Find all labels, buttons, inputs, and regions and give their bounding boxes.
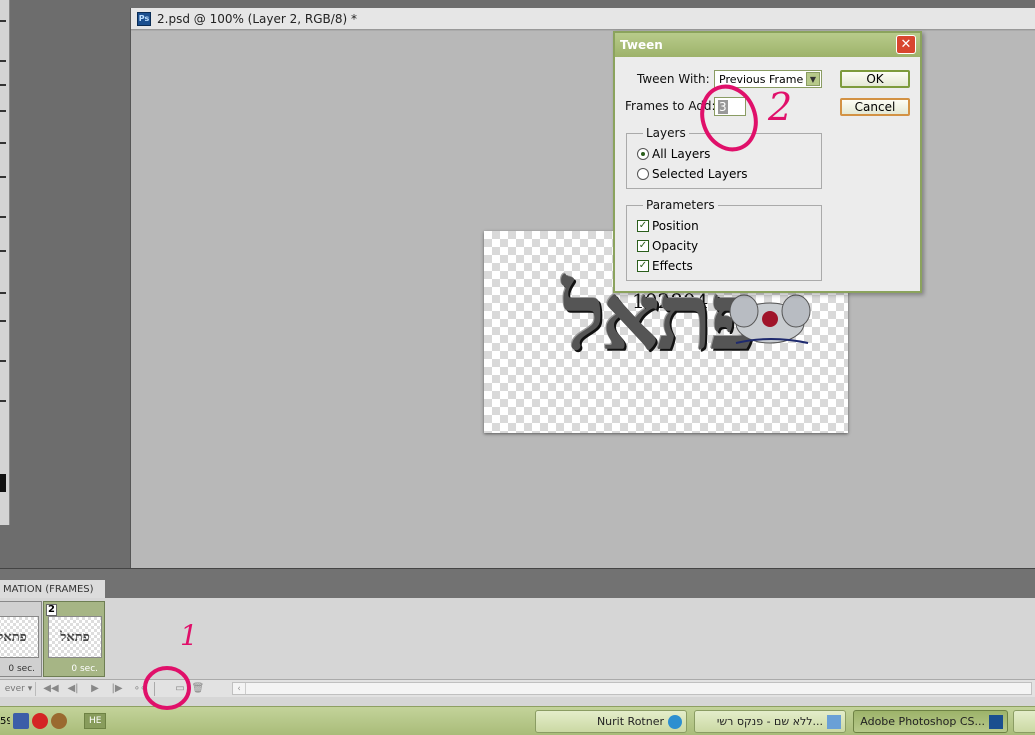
tool-tick[interactable] — [0, 320, 6, 322]
previous-frame-icon[interactable]: ◀| — [62, 682, 84, 696]
document-title: 2.psd @ 100% (Layer 2, RGB/8) * — [157, 11, 357, 26]
chevron-down-icon: ▼ — [806, 72, 820, 86]
play-icon[interactable]: ▶ — [84, 682, 106, 696]
parameters-group: Parameters ✓ Position ✓ Opacity ✓ Effect… — [626, 198, 822, 281]
checkbox-position[interactable]: ✓ — [637, 220, 649, 232]
divider — [154, 681, 155, 696]
network-icon[interactable] — [13, 713, 29, 729]
dialog-title: Tween — [620, 38, 663, 52]
cancel-button[interactable]: Cancel — [840, 98, 910, 116]
option-label: Opacity — [652, 239, 699, 253]
taskbar-button-notepad[interactable]: ללא שם - פנקס רשי... — [694, 710, 846, 733]
effects-option[interactable]: ✓ Effects — [637, 259, 693, 273]
frame-thumbnail: פתאל — [0, 616, 39, 658]
taskbar-button-label: ללא שם - פנקס רשי... — [716, 715, 823, 728]
photoshop-icon — [989, 714, 1003, 729]
parameters-group-title: Parameters — [643, 198, 718, 212]
media-icon[interactable] — [51, 713, 67, 729]
tool-tick[interactable] — [0, 176, 6, 178]
tool-tick[interactable] — [0, 400, 6, 402]
clock-fragment: 59 — [0, 715, 10, 727]
tool-tick[interactable] — [0, 110, 6, 112]
taskbar-button-label: Adobe Photoshop CS... — [860, 715, 985, 728]
tool-tick[interactable] — [0, 20, 6, 22]
language-indicator[interactable]: HE — [84, 713, 107, 729]
frame-delay[interactable]: 0 sec. — [8, 664, 35, 674]
checkbox-effects[interactable]: ✓ — [637, 260, 649, 272]
messenger-icon — [668, 714, 682, 729]
loop-label: ever — [4, 683, 25, 694]
first-frame-icon[interactable]: ◀◀ — [40, 682, 62, 696]
system-tray: 59 HE — [0, 713, 107, 729]
scroll-left-icon[interactable]: ‹ — [233, 683, 246, 694]
selected-layers-option[interactable]: Selected Layers — [637, 167, 748, 181]
radio-all-layers[interactable] — [637, 148, 649, 160]
document-title-bar[interactable]: Ps 2.psd @ 100% (Layer 2, RGB/8) * — [131, 8, 1035, 30]
tween-with-label: Tween With: — [637, 72, 710, 86]
toolbox-panel — [0, 0, 10, 525]
taskbar-button-photoshop[interactable]: Adobe Photoshop CS... — [853, 710, 1008, 733]
tool-tick[interactable] — [0, 292, 6, 294]
animation-frame-2[interactable]: 2 פתאל 0 sec. — [43, 601, 105, 677]
tool-tick[interactable] — [0, 142, 6, 144]
new-frame-icon[interactable]: ▭ — [171, 682, 189, 696]
tween-dialog: Tween ✕ Tween With: Previous Frame ▼ Fra… — [613, 31, 922, 293]
tab-animation-frames[interactable]: MATION (FRAMES) — [0, 580, 105, 598]
ok-button[interactable]: OK — [840, 70, 910, 88]
frames-to-add-value: 3 — [718, 99, 728, 114]
frame-thumbnail: פתאל — [48, 616, 102, 658]
frame-number: 2 — [46, 604, 57, 616]
taskbar-button-messenger[interactable]: Nurit Rotner — [535, 710, 687, 733]
option-label: Selected Layers — [652, 167, 748, 181]
loop-options-select[interactable]: ever ▾ — [0, 681, 36, 696]
position-option[interactable]: ✓ Position — [637, 219, 699, 233]
dialog-body: Tween With: Previous Frame ▼ Frames to A… — [615, 57, 920, 293]
delete-frame-icon[interactable]: 🗑 — [189, 682, 207, 696]
tween-with-select[interactable]: Previous Frame ▼ — [714, 70, 822, 88]
taskbar-button-overflow[interactable] — [1013, 710, 1035, 733]
animation-controls: ever ▾ ◀◀ ◀| ▶ |▶ ∘∘ ▭ 🗑 ‹ — [0, 679, 1035, 697]
next-frame-icon[interactable]: |▶ — [106, 682, 128, 696]
option-label: Effects — [652, 259, 693, 273]
all-layers-option[interactable]: All Layers — [637, 147, 710, 161]
frames-strip: פתאל 0 sec. 2 פתאל 0 sec. — [0, 600, 1035, 678]
animation-frame-1[interactable]: פתאל 0 sec. — [0, 601, 42, 677]
photoshop-icon: Ps — [137, 11, 151, 26]
tool-tick[interactable] — [0, 360, 6, 362]
antivirus-icon[interactable] — [32, 713, 48, 729]
tool-tick[interactable] — [0, 84, 6, 86]
tool-tick[interactable] — [0, 216, 6, 218]
frames-to-add-input[interactable]: 3 — [714, 97, 746, 116]
frame-delay[interactable]: 0 sec. — [71, 664, 98, 674]
notepad-icon — [827, 714, 841, 729]
tool-tick[interactable] — [0, 60, 6, 62]
elephant-illustration — [729, 294, 811, 344]
foreground-color-swatch[interactable] — [0, 474, 6, 492]
close-icon[interactable]: ✕ — [896, 35, 916, 54]
layers-group: Layers All Layers Selected Layers — [626, 126, 822, 189]
dialog-title-bar[interactable]: Tween ✕ — [615, 33, 920, 57]
tween-icon[interactable]: ∘∘ — [128, 682, 152, 696]
layers-group-title: Layers — [643, 126, 689, 140]
opacity-option[interactable]: ✓ Opacity — [637, 239, 698, 253]
radio-selected-layers[interactable] — [637, 168, 649, 180]
animation-tab-bar: MATION (FRAMES) — [0, 569, 1035, 598]
taskbar: 59 HE Nurit Rotner ללא שם - פנקס רשי... … — [0, 706, 1035, 735]
taskbar-button-label: Nurit Rotner — [596, 715, 664, 728]
tool-tick[interactable] — [0, 250, 6, 252]
frames-scrollbar[interactable]: ‹ — [232, 682, 1032, 695]
frames-to-add-label: Frames to Add: — [625, 99, 716, 113]
tween-with-value: Previous Frame — [719, 72, 804, 86]
option-label: Position — [652, 219, 699, 233]
option-label: All Layers — [652, 147, 711, 161]
animation-panel: MATION (FRAMES) פתאל 0 sec. 2 פתאל 0 sec… — [0, 568, 1035, 708]
checkbox-opacity[interactable]: ✓ — [637, 240, 649, 252]
